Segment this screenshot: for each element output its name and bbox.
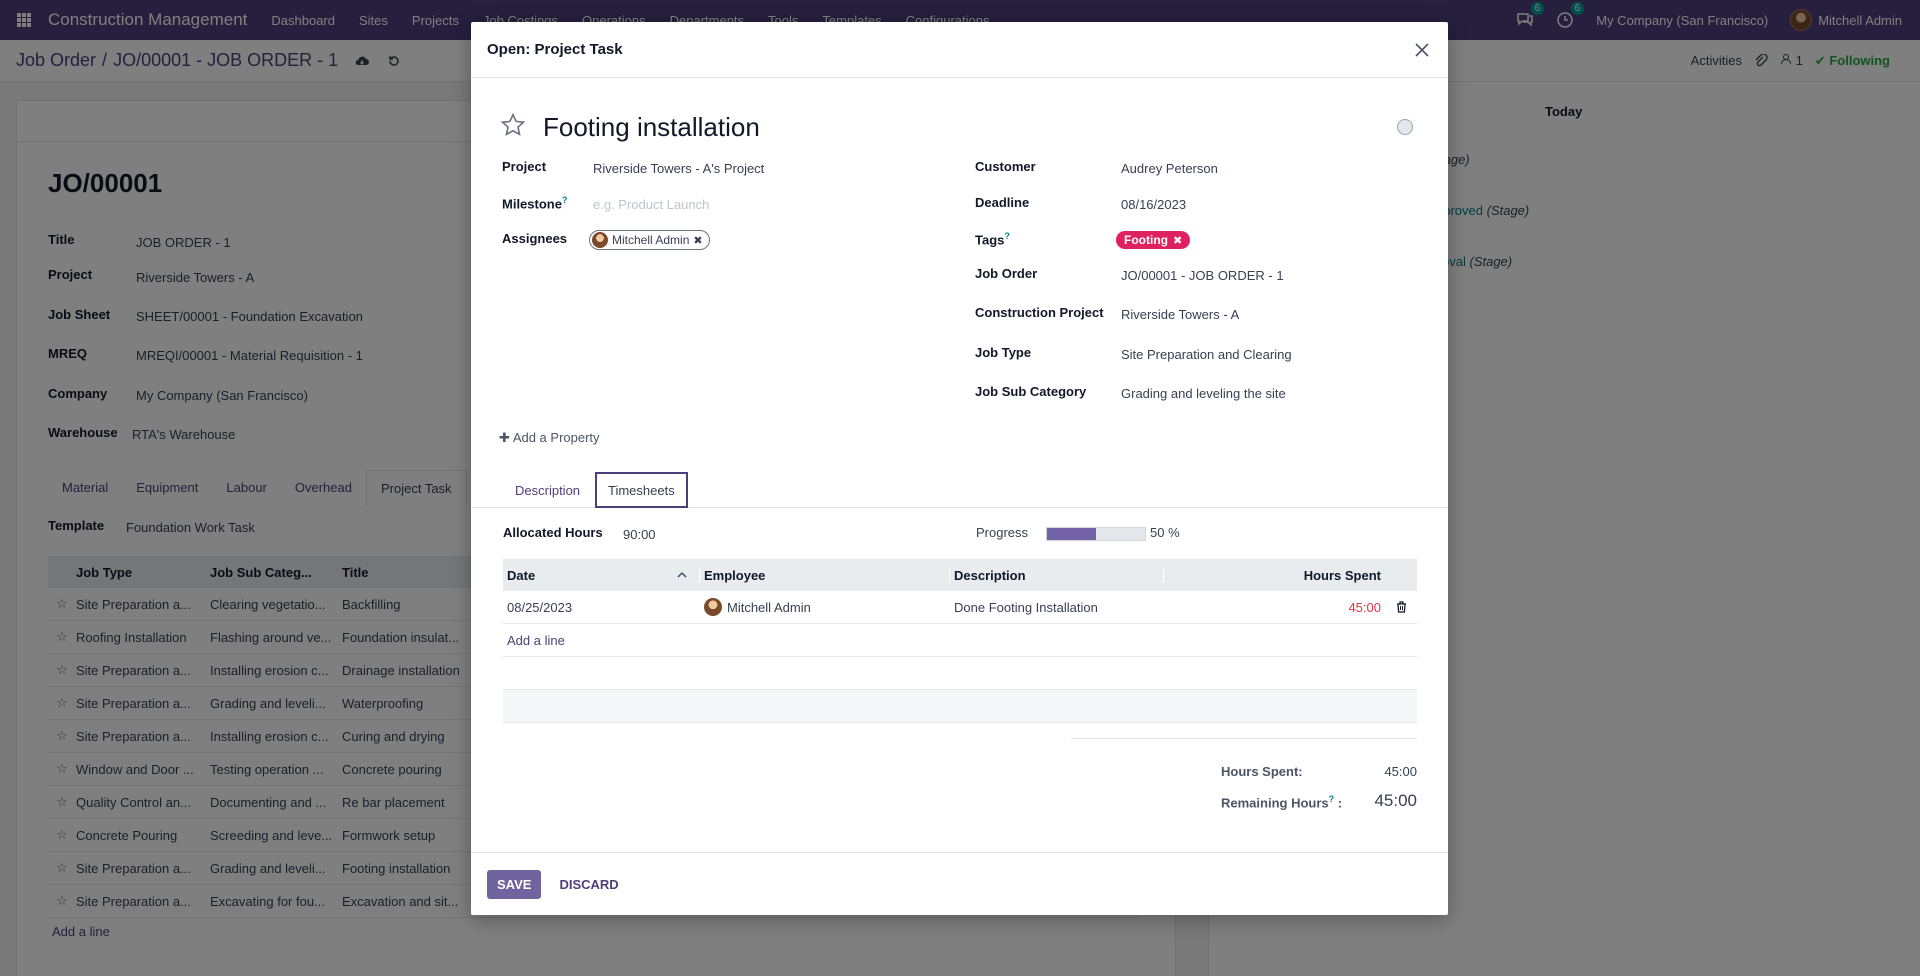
dialog-footer: SAVE DISCARD	[471, 852, 1448, 915]
deadline-label: Deadline	[975, 195, 1030, 210]
remaining-hours-label-text: Remaining Hours	[1221, 795, 1329, 811]
remaining-hours-value: 45:00	[1374, 791, 1417, 810]
tab-timesheets[interactable]: Timesheets	[595, 472, 688, 508]
job-type-label: Job Type	[975, 345, 1032, 360]
timesheet-table: Date Employee Description Hours Spent 08…	[503, 559, 1417, 723]
timesheet-header: Date Employee Description Hours Spent	[503, 559, 1417, 591]
delete-row-button[interactable]	[1385, 601, 1417, 613]
assignee-chip[interactable]: Mitchell Admin ✖	[589, 230, 710, 250]
progress-fill	[1047, 528, 1096, 540]
employee-avatar	[704, 598, 722, 616]
progress-label: Progress	[976, 525, 1029, 540]
tag-label: Footing	[1124, 233, 1168, 247]
header-description[interactable]: Description	[949, 567, 1163, 583]
trash-icon	[1396, 601, 1406, 613]
job-sub-category-label: Job Sub Category	[975, 384, 1087, 399]
allocated-hours-label: Allocated Hours	[503, 525, 603, 540]
tags-label-text: Tags	[975, 232, 1005, 248]
discard-button[interactable]: DISCARD	[547, 870, 630, 899]
project-label: Project	[502, 159, 547, 174]
row-description[interactable]: Done Footing Installation	[949, 599, 1163, 615]
assignee-avatar	[592, 232, 608, 248]
dialog-title: Open: Project Task	[487, 41, 623, 58]
assignee-name: Mitchell Admin	[612, 233, 690, 247]
star-icon[interactable]	[500, 112, 526, 138]
construction-project-label: Construction Project	[975, 305, 1104, 320]
project-field[interactable]: Riverside Towers - A's Project	[593, 161, 764, 176]
job-order-field[interactable]: JO/00001 - JOB ORDER - 1	[1121, 268, 1284, 283]
hours-spent-value: 45:00	[1384, 764, 1417, 779]
row-date[interactable]: 08/25/2023	[503, 600, 699, 615]
row-hours-spent[interactable]: 45:00	[1163, 599, 1385, 615]
row-employee[interactable]: Mitchell Admin	[699, 598, 949, 616]
close-icon[interactable]	[1412, 40, 1432, 60]
deadline-field[interactable]: 08/16/2023	[1121, 197, 1186, 212]
add-property-button[interactable]: ✚ Add a Property	[499, 430, 600, 446]
progress-bar	[1046, 527, 1146, 541]
dialog-body: Footing installation Project Riverside T…	[471, 78, 1448, 852]
customer-field[interactable]: Audrey Peterson	[1121, 161, 1218, 176]
timesheet-row[interactable]: 08/25/2023 Mitchell Admin Done Footing I…	[503, 591, 1417, 624]
summary-divider	[1071, 738, 1417, 739]
header-employee[interactable]: Employee	[699, 567, 949, 583]
empty-row	[503, 657, 1417, 690]
tag-chip[interactable]: Footing ✖	[1116, 231, 1191, 249]
progress-text: 50 %	[1150, 525, 1180, 540]
empty-row	[503, 690, 1417, 723]
remove-tag-icon[interactable]: ✖	[693, 234, 702, 247]
add-property-label: Add a Property	[512, 430, 600, 445]
remaining-hours-label: Remaining Hours? :	[1221, 794, 1342, 810]
task-state-circle-icon[interactable]	[1397, 119, 1413, 135]
task-name[interactable]: Footing installation	[543, 112, 760, 143]
job-sub-category-field[interactable]: Grading and leveling the site	[1121, 386, 1286, 401]
job-type-field[interactable]: Site Preparation and Clearing	[1121, 347, 1292, 362]
dialog-header: Open: Project Task	[471, 22, 1448, 78]
add-line-link[interactable]: Add a line	[503, 624, 1417, 657]
hours-spent-label: Hours Spent:	[1221, 764, 1303, 779]
help-icon[interactable]: ?	[562, 195, 568, 205]
tab-description[interactable]: Description	[503, 472, 592, 508]
construction-project-field[interactable]: Riverside Towers - A	[1121, 307, 1239, 322]
remove-tag-icon[interactable]: ✖	[1173, 234, 1182, 247]
employee-name: Mitchell Admin	[727, 599, 811, 615]
tags-label: Tags?	[975, 231, 1010, 247]
job-order-label: Job Order	[975, 266, 1038, 281]
customer-label: Customer	[975, 159, 1036, 174]
milestone-label: Milestone?	[502, 195, 567, 211]
allocated-hours-field[interactable]: 90:00	[623, 527, 656, 542]
project-task-dialog: Open: Project Task Footing installation …	[471, 22, 1448, 915]
save-button[interactable]: SAVE	[487, 869, 542, 899]
task-notebook-tabs: Description Timesheets	[471, 472, 1448, 508]
header-hours-spent[interactable]: Hours Spent	[1163, 567, 1385, 583]
header-date-cell[interactable]: Date	[503, 568, 699, 583]
milestone-label-text: Milestone	[502, 196, 562, 212]
plus-icon: ✚	[499, 430, 510, 445]
help-icon[interactable]: ?	[1004, 231, 1010, 241]
header-date: Date	[507, 567, 536, 583]
assignees-label: Assignees	[502, 231, 568, 246]
milestone-field[interactable]: e.g. Product Launch	[593, 197, 709, 212]
sort-ascending-icon	[677, 572, 687, 578]
